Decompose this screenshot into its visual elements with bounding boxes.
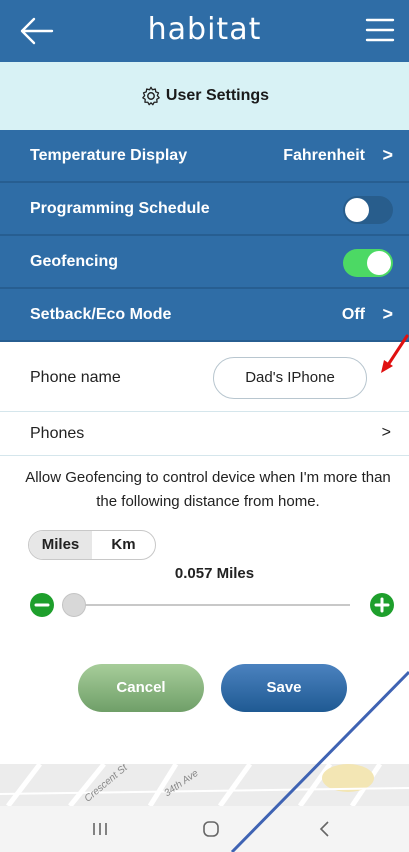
save-button[interactable]: Save — [221, 664, 347, 712]
geofencing-label: Geofencing — [30, 253, 119, 270]
map-roads — [0, 764, 409, 806]
geofence-description: Allow Geofencing to control device when … — [25, 469, 391, 510]
chevron-right-icon: > — [382, 145, 393, 165]
distance-slider-thumb[interactable] — [62, 593, 86, 617]
temperature-display-label: Temperature Display — [30, 147, 188, 164]
gear-icon — [142, 86, 160, 106]
setback-eco-mode-value: Off — [341, 306, 365, 323]
programming-schedule-row: Programming Schedule — [0, 183, 409, 236]
toggle-knob — [367, 251, 391, 275]
phones-row[interactable]: Phones > — [0, 412, 409, 456]
programming-schedule-label: Programming Schedule — [30, 200, 210, 217]
chevron-right-icon: > — [381, 424, 391, 441]
settings-header: User Settings — [0, 62, 409, 130]
temperature-display-row[interactable]: Temperature Display Fahrenheit > — [0, 130, 409, 183]
distance-value: 0.057 Miles — [174, 565, 255, 582]
geofencing-toggle[interactable] — [343, 249, 393, 277]
phone-name-input[interactable]: Dad's IPhone — [213, 357, 367, 399]
brand-logo: habitat — [147, 12, 262, 47]
hamburger-menu-icon[interactable] — [365, 15, 395, 45]
phones-label: Phones — [30, 425, 85, 442]
programming-schedule-toggle[interactable] — [343, 196, 393, 224]
unit-option-km[interactable]: Km — [92, 531, 155, 559]
unit-toggle: Miles Km — [28, 530, 156, 560]
phone-name-label: Phone name — [30, 369, 121, 386]
back-icon[interactable] — [310, 816, 340, 842]
annotation-arrow — [381, 334, 409, 373]
system-nav-bar — [0, 806, 409, 852]
geofencing-row: Geofencing — [0, 236, 409, 289]
home-icon[interactable] — [196, 816, 226, 842]
toggle-knob — [345, 198, 369, 222]
unit-option-miles[interactable]: Miles — [29, 531, 92, 559]
app-header: habitat — [0, 0, 409, 62]
distance-slider-track[interactable] — [62, 604, 350, 606]
chevron-right-icon: > — [382, 304, 393, 324]
plus-circle-icon[interactable] — [370, 593, 394, 617]
setback-eco-mode-row[interactable]: Setback/Eco Mode Off > — [0, 289, 409, 342]
temperature-display-value: Fahrenheit — [283, 147, 365, 164]
cancel-button[interactable]: Cancel — [78, 664, 204, 712]
setback-eco-mode-label: Setback/Eco Mode — [30, 306, 172, 323]
page-title: User Settings — [165, 87, 270, 104]
map-preview: Crescent St 34th Ave — [0, 764, 409, 806]
recent-apps-icon[interactable] — [85, 816, 115, 842]
minus-circle-icon[interactable] — [30, 593, 54, 617]
